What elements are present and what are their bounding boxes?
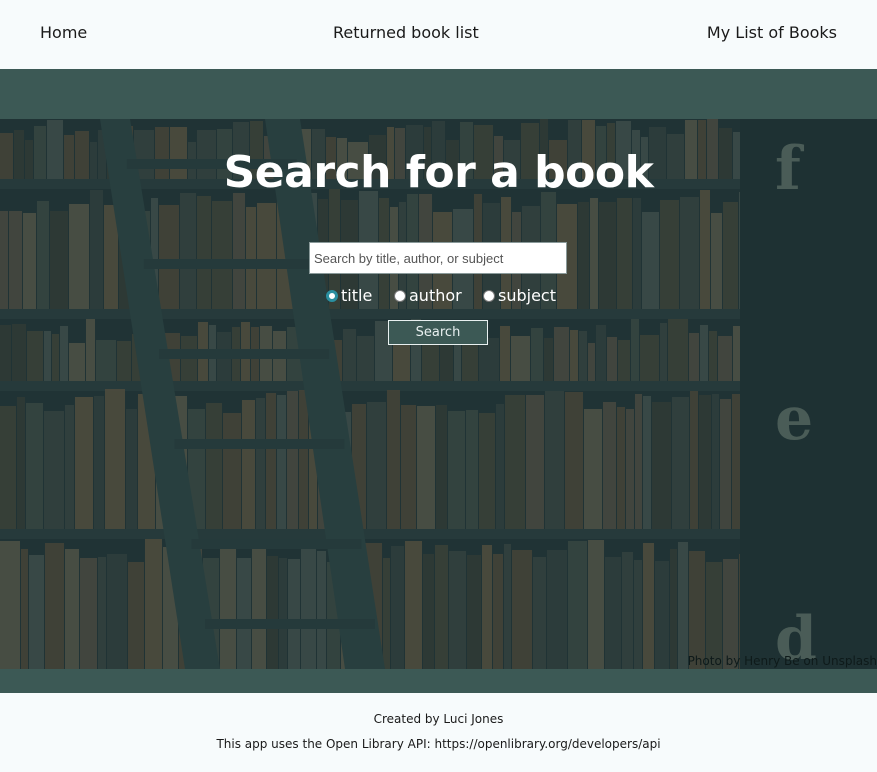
radio-label-author: author: [409, 286, 462, 305]
radio-title[interactable]: title: [326, 286, 372, 305]
nav-link-my-list-of-books[interactable]: My List of Books: [707, 23, 837, 42]
top-nav: Home Returned book list My List of Books: [0, 0, 877, 69]
radio-button-title[interactable]: [326, 289, 338, 302]
footer-api-note: This app uses the Open Library API: http…: [216, 737, 661, 751]
search-input[interactable]: [309, 242, 567, 274]
footer-created-by: Created by Luci Jones: [373, 712, 504, 726]
radio-author[interactable]: author: [394, 286, 462, 305]
hero-background-image: fed: [0, 119, 877, 669]
radio-button-author[interactable]: [394, 289, 406, 302]
radio-label-title: title: [341, 286, 373, 305]
photo-credit: Photo by Henry Be on Unsplash: [687, 654, 877, 668]
radio-button-subject[interactable]: [483, 289, 495, 302]
search-type-radio-group: title author subject: [0, 286, 877, 308]
header-band: [0, 69, 877, 119]
footer-band: [0, 669, 877, 693]
page-title: Search for a book: [223, 147, 654, 198]
nav-link-home[interactable]: Home: [40, 23, 87, 42]
bookshelf-photo: fed: [0, 119, 877, 669]
radio-label-subject: subject: [498, 286, 556, 305]
radio-subject[interactable]: subject: [483, 286, 556, 305]
nav-link-returned-book-list[interactable]: Returned book list: [333, 23, 479, 42]
search-button[interactable]: Search: [388, 320, 488, 345]
svg-text:e: e: [775, 384, 813, 454]
